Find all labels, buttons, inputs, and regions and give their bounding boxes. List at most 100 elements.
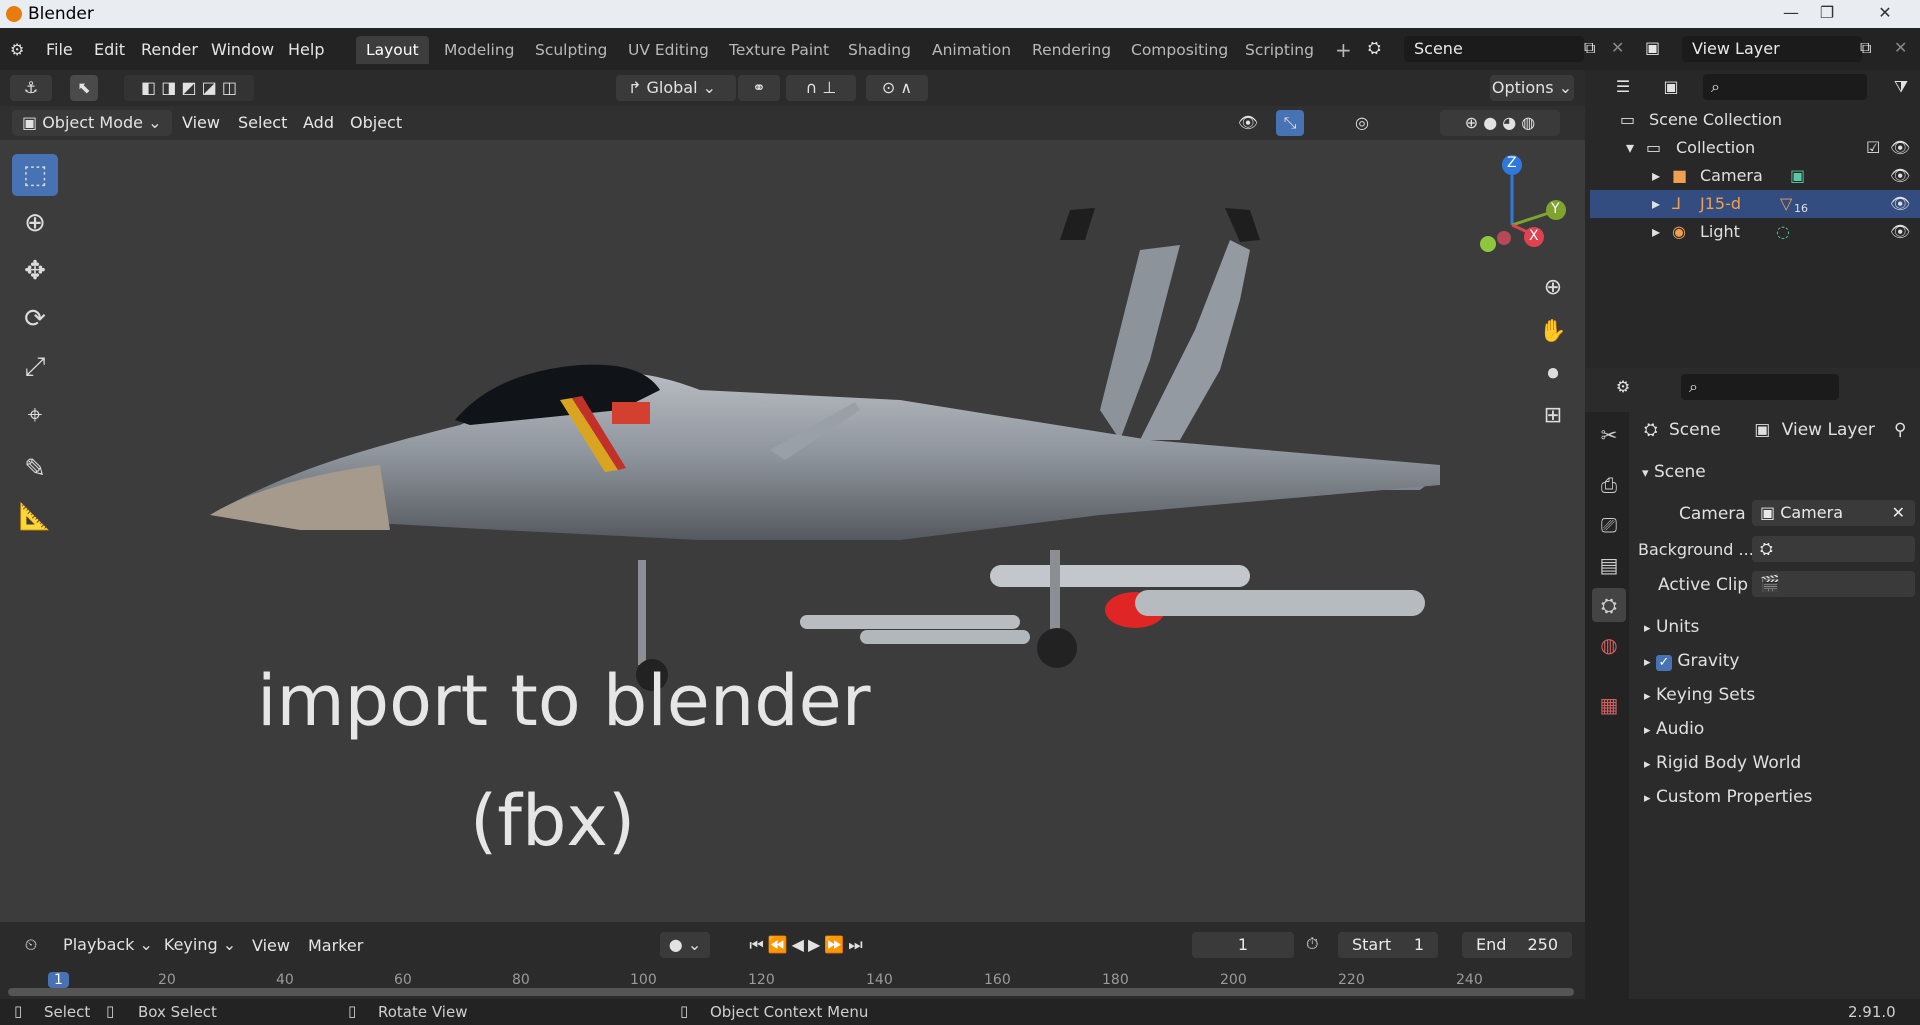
delete-scene-icon[interactable]: ✕	[1611, 38, 1624, 57]
camera-view-icon[interactable]: ⏺	[1535, 356, 1571, 392]
scene-selector-icon[interactable]: ⛭	[1368, 38, 1381, 58]
delete-view-layer-icon[interactable]: ✕	[1894, 38, 1907, 57]
keying-sets-section[interactable]: ▸ Keying Sets	[1644, 685, 1755, 705]
measure-tool-icon[interactable]: 📐	[12, 496, 58, 538]
playback-controls-icons[interactable]: ⏮⏪◀▶⏩⏭	[726, 932, 890, 958]
tab-rendering[interactable]: Rendering	[1022, 36, 1121, 64]
viewport-menu-view[interactable]: View	[182, 113, 220, 132]
expand-arrow-icon[interactable]: ▸	[1652, 194, 1660, 213]
eye-icon[interactable]: 👁	[1890, 222, 1910, 241]
pan-hand-icon[interactable]: ✋	[1535, 314, 1571, 350]
snapping-icon[interactable]: ∩ ⊥	[786, 75, 856, 101]
editor-type-icon[interactable]: ⚓	[10, 75, 52, 101]
eye-icon[interactable]: 👁	[1890, 138, 1910, 157]
restore-button[interactable]: ❐	[1812, 2, 1842, 24]
keying-menu[interactable]: Keying ⌄	[160, 932, 240, 958]
minimize-button[interactable]: —	[1776, 2, 1806, 24]
start-frame-field[interactable]: Start 1	[1338, 932, 1438, 958]
new-view-layer-icon[interactable]: ⧉	[1860, 38, 1871, 58]
visibility-icon[interactable]: 👁	[1228, 110, 1268, 136]
outliner-item-j15-d[interactable]: ▸ ⅃ J15-d ▽ 16 👁	[1590, 190, 1920, 218]
menu-edit[interactable]: Edit	[94, 40, 125, 59]
camera-field[interactable]: ▣ Camera ✕	[1752, 500, 1915, 526]
menu-help[interactable]: Help	[288, 40, 324, 59]
tab-sculpting[interactable]: Sculpting	[525, 36, 617, 64]
scene-tab-icon[interactable]: ⛭	[1592, 588, 1626, 622]
tab-compositing[interactable]: Compositing	[1121, 36, 1238, 64]
shading-mode-icons[interactable]: ⊕ ● ◕ ◍	[1440, 110, 1560, 136]
tab-shading[interactable]: Shading	[838, 36, 921, 64]
annotate-tool-icon[interactable]: ✎	[12, 448, 58, 490]
selection-mode-icons[interactable]: ◧ ◨ ◩ ◪ ◫	[124, 75, 254, 101]
overlays-icon[interactable]: ◎	[1342, 110, 1382, 136]
pin-icon[interactable]: ⚲	[1894, 420, 1906, 440]
view-layer-field[interactable]: View Layer	[1682, 36, 1862, 62]
tab-scripting[interactable]: Scripting	[1235, 36, 1324, 64]
viewport-menu-add[interactable]: Add	[303, 113, 334, 132]
expand-arrow-icon[interactable]: ▾	[1626, 138, 1634, 157]
pivot-point-icon[interactable]: ⚭	[738, 75, 780, 101]
marker-menu[interactable]: Marker	[308, 936, 363, 955]
select-box-tool-icon[interactable]: ⬚	[12, 154, 58, 196]
move-tool-icon[interactable]: ✥	[12, 250, 58, 292]
outliner-item-camera[interactable]: ▸ ■ Camera ▣ 👁	[1590, 162, 1920, 190]
timeline-view-menu[interactable]: View	[252, 936, 290, 955]
transform-orientation-dropdown[interactable]: ↱ Global ⌄	[616, 75, 736, 101]
new-scene-icon[interactable]: ⧉	[1584, 38, 1595, 58]
tab-uv-editing[interactable]: UV Editing	[618, 36, 719, 64]
active-clip-field[interactable]: 🎬	[1752, 571, 1915, 597]
options-dropdown[interactable]: Options ⌄	[1490, 75, 1574, 101]
properties-search-input[interactable]: ⌕	[1681, 374, 1839, 400]
scene-collection-row[interactable]: ▭ Scene Collection	[1590, 106, 1920, 134]
tab-animation[interactable]: Animation	[922, 36, 1021, 64]
background-field[interactable]: ⛭	[1752, 536, 1915, 562]
proportional-edit-icon[interactable]: ⊙ ∧	[866, 75, 928, 101]
tool-tab-icon[interactable]: ✂	[1592, 418, 1626, 452]
menu-file[interactable]: File	[46, 40, 73, 59]
scene-panel-header[interactable]: ▾ Scene	[1642, 462, 1706, 482]
display-mode-icon[interactable]: ▣	[1651, 74, 1691, 100]
outliner-editor-type-icon[interactable]: ☰	[1603, 74, 1643, 100]
record-icon[interactable]: ● ⌄	[660, 932, 710, 958]
collection-row[interactable]: ▾ ▭ Collection ☑ 👁	[1590, 134, 1920, 162]
blender-menu-icon[interactable]: ⚙	[10, 40, 24, 59]
world-tab-icon[interactable]: ◍	[1592, 628, 1626, 662]
tab-layout[interactable]: Layout	[356, 36, 429, 64]
gravity-checkbox[interactable]: ✓	[1655, 655, 1672, 671]
rigid-body-world-section[interactable]: ▸ Rigid Body World	[1644, 753, 1801, 773]
viewport-menu-select[interactable]: Select	[238, 113, 287, 132]
outliner-search-input[interactable]: ⌕	[1703, 74, 1867, 100]
eye-icon[interactable]: 👁	[1890, 166, 1910, 185]
expand-arrow-icon[interactable]: ▸	[1652, 166, 1660, 185]
viewport-menu-object[interactable]: Object	[350, 113, 402, 132]
audio-section[interactable]: ▸ Audio	[1644, 719, 1704, 739]
gizmo-toggle-icon[interactable]: ⤡	[1276, 110, 1304, 136]
texture-tab-icon[interactable]: ▦	[1592, 688, 1626, 722]
zoom-icon[interactable]: ⊕	[1535, 270, 1571, 306]
outliner-item-light[interactable]: ▸ ◉ Light ◌ 👁	[1590, 218, 1920, 246]
navigation-gizmo[interactable]: Z Y X	[1470, 150, 1580, 286]
tab-modeling[interactable]: Modeling	[434, 36, 525, 64]
end-frame-field[interactable]: End 250	[1462, 932, 1572, 958]
filter-icon[interactable]: ⧩	[1887, 74, 1915, 100]
tab-texture-paint[interactable]: Texture Paint	[719, 36, 839, 64]
custom-properties-section[interactable]: ▸ Custom Properties	[1644, 787, 1812, 807]
ortho-grid-icon[interactable]: ⊞	[1535, 398, 1571, 434]
current-frame-field[interactable]: 1	[1192, 932, 1294, 958]
view-layer-icon[interactable]: ▣	[1645, 38, 1660, 57]
menu-render[interactable]: Render	[141, 40, 198, 59]
scene-field[interactable]: Scene	[1404, 36, 1584, 62]
menu-window[interactable]: Window	[211, 40, 274, 59]
3d-viewport[interactable]: import to blender (fbx) Z Y X ⊕ ✋ ⏺ ⊞ ⬚ …	[0, 70, 1585, 922]
scale-tool-icon[interactable]: ⤢	[12, 346, 58, 388]
select-mode-icon[interactable]: ⬉	[70, 75, 98, 101]
playback-menu[interactable]: Playback ⌄	[60, 932, 156, 958]
expand-arrow-icon[interactable]: ▸	[1652, 222, 1660, 241]
mode-dropdown[interactable]: ▣ Object Mode ⌄	[12, 110, 172, 136]
properties-editor-type-icon[interactable]: ⚙	[1603, 374, 1643, 400]
cursor-tool-icon[interactable]: ⊕	[12, 202, 58, 244]
timeline-editor-type-icon[interactable]: ⏲	[10, 932, 52, 958]
timeline-scrollbar[interactable]	[8, 988, 1574, 996]
exclude-checkbox[interactable]: ☑	[1866, 138, 1880, 157]
view-layer-tab-icon[interactable]: ▤	[1592, 548, 1626, 582]
